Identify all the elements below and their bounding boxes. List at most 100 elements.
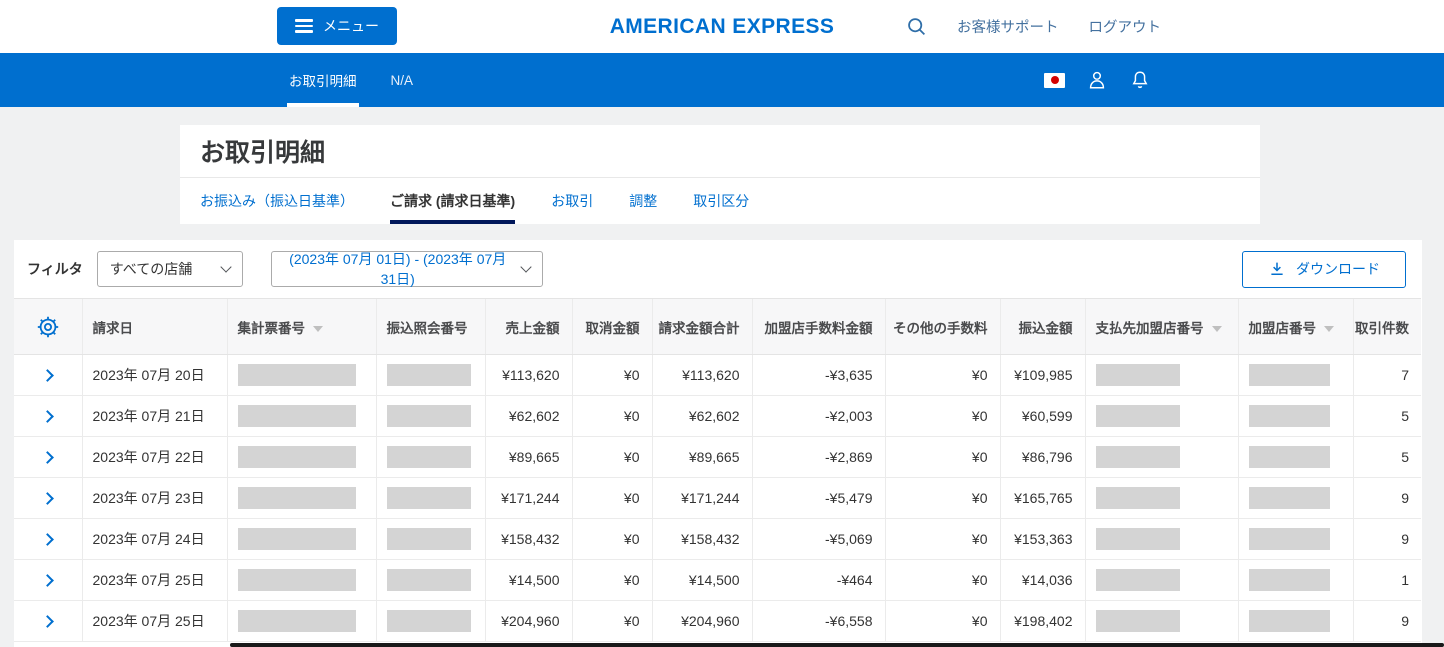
store-filter-dropdown[interactable]: すべての店舗 [97, 251, 243, 287]
cell-other-fees: ¥0 [885, 478, 1000, 519]
cell-billed-total: ¥14,500 [652, 560, 752, 601]
cell-transaction-count: 9 [1353, 478, 1421, 519]
table-row: 2023年 07月 22日 ¥89,665 ¥0 ¥89,665 -¥2,869… [14, 437, 1421, 478]
col-transaction-count: 取引件数 [1353, 299, 1421, 355]
cell-merchant-fee: -¥5,479 [752, 478, 885, 519]
tab-payments-by-deposit-date[interactable]: お振込み（振込日基準） [200, 178, 354, 224]
cell-billed-total: ¥113,620 [652, 355, 752, 396]
redacted-payee-merchant-number [1096, 364, 1180, 386]
col-transfer-reference-number: 振込照会番号 [376, 299, 485, 355]
horizontal-scrollbar-thumb[interactable] [230, 643, 1444, 647]
user-icon [1086, 69, 1108, 91]
col-transfer-amount: 振込金額 [1000, 299, 1085, 355]
cell-transfer-amount: ¥109,985 [1000, 355, 1085, 396]
col-cancel-amount: 取消金額 [572, 299, 652, 355]
redacted-merchant-number [1249, 364, 1330, 386]
cell-other-fees: ¥0 [885, 560, 1000, 601]
cell-billing-date: 2023年 07月 25日 [82, 560, 227, 601]
page-content: お取引明細 お振込み（振込日基準） ご請求 (請求日基準) お取引 調整 取引区… [0, 107, 1444, 647]
redacted-payee-merchant-number [1096, 446, 1180, 468]
cell-billing-date: 2023年 07月 22日 [82, 437, 227, 478]
cell-cancel-amount: ¥0 [572, 519, 652, 560]
notifications-button[interactable] [1129, 69, 1151, 91]
chevron-down-icon [220, 261, 231, 272]
hamburger-icon [295, 19, 313, 33]
redacted-payee-merchant-number [1096, 528, 1180, 550]
cell-transfer-amount: ¥14,036 [1000, 560, 1085, 601]
logout-link[interactable]: ログアウト [1089, 16, 1162, 37]
col-billed-total: 請求金額合計 [652, 299, 752, 355]
store-filter-value: すべての店舗 [110, 259, 192, 279]
cell-other-fees: ¥0 [885, 355, 1000, 396]
filter-label: フィルタ [27, 259, 83, 279]
expand-row-button[interactable] [37, 406, 58, 427]
chevron-down-icon [520, 261, 531, 272]
transactions-card: フィルタ すべての店舗 (2023年 07月 01日) - (2023年 07月… [14, 240, 1422, 647]
chevron-right-icon [41, 492, 54, 505]
tab-transaction-category[interactable]: 取引区分 [693, 178, 749, 224]
filter-bar: フィルタ すべての店舗 (2023年 07月 01日) - (2023年 07月… [14, 240, 1422, 298]
expand-row-button[interactable] [37, 488, 58, 509]
profile-button[interactable] [1086, 69, 1108, 91]
table-row: 2023年 07月 24日 ¥158,432 ¥0 ¥158,432 -¥5,0… [14, 519, 1421, 560]
table-row: 2023年 07月 21日 ¥62,602 ¥0 ¥62,602 -¥2,003… [14, 396, 1421, 437]
redacted-summary-slip-number [238, 569, 356, 591]
cell-sales-amount: ¥171,244 [485, 478, 572, 519]
redacted-payee-merchant-number [1096, 487, 1180, 509]
app-window: メニュー AMERICAN EXPRESS お客様サポート ログアウト お取引明… [0, 0, 1444, 647]
tab-transactions[interactable]: お取引 [551, 178, 593, 224]
cell-other-fees: ¥0 [885, 519, 1000, 560]
col-merchant-number[interactable]: 加盟店番号 [1238, 299, 1353, 355]
sort-triangle-icon [313, 326, 323, 332]
cell-cancel-amount: ¥0 [572, 560, 652, 601]
nav-item-transaction-details[interactable]: お取引明細 [287, 53, 359, 107]
billing-table: 請求日 集計票番号 振込照会番号 売上金額 取消金額 請求金額合計 加盟店手数料… [14, 298, 1421, 642]
cell-merchant-fee: -¥6,558 [752, 601, 885, 642]
download-button[interactable]: ダウンロード [1242, 251, 1406, 288]
nav-item-na[interactable]: N/A [389, 53, 416, 107]
flag-red-circle [1051, 76, 1059, 84]
cell-other-fees: ¥0 [885, 601, 1000, 642]
tab-billing-by-billing-date[interactable]: ご請求 (請求日基準) [390, 178, 515, 224]
expand-row-button[interactable] [37, 447, 58, 468]
cell-billed-total: ¥171,244 [652, 478, 752, 519]
expand-row-button[interactable] [37, 365, 58, 386]
cell-cancel-amount: ¥0 [572, 478, 652, 519]
cell-billed-total: ¥204,960 [652, 601, 752, 642]
japan-flag-language-selector[interactable] [1044, 73, 1065, 88]
col-billing-date: 請求日 [82, 299, 227, 355]
cell-transaction-count: 5 [1353, 437, 1421, 478]
cell-sales-amount: ¥158,432 [485, 519, 572, 560]
sort-triangle-icon [1212, 326, 1222, 332]
download-icon [1268, 260, 1286, 278]
column-settings-button[interactable] [14, 315, 82, 339]
col-summary-slip-number[interactable]: 集計票番号 [227, 299, 376, 355]
redacted-transfer-reference-number [387, 364, 471, 386]
expand-row-button[interactable] [37, 529, 58, 550]
cell-billing-date: 2023年 07月 24日 [82, 519, 227, 560]
search-button[interactable] [906, 16, 927, 37]
navbar-right-group [1044, 53, 1151, 107]
top-header: メニュー AMERICAN EXPRESS お客様サポート ログアウト [0, 0, 1444, 53]
cell-billing-date: 2023年 07月 21日 [82, 396, 227, 437]
redacted-transfer-reference-number [387, 446, 471, 468]
cell-billed-total: ¥89,665 [652, 437, 752, 478]
tab-adjustments[interactable]: 調整 [629, 178, 657, 224]
cell-merchant-fee: -¥5,069 [752, 519, 885, 560]
amex-logo: AMERICAN EXPRESS [610, 15, 835, 39]
date-range-dropdown[interactable]: (2023年 07月 01日) - (2023年 07月 31日) [271, 251, 543, 287]
expand-row-button[interactable] [37, 570, 58, 591]
customer-support-link[interactable]: お客様サポート [957, 16, 1059, 37]
menu-button[interactable]: メニュー [277, 7, 397, 45]
expand-row-button[interactable] [37, 611, 58, 632]
table-row: 2023年 07月 25日 ¥14,500 ¥0 ¥14,500 -¥464 ¥… [14, 560, 1421, 601]
col-payee-merchant-number[interactable]: 支払先加盟店番号 [1085, 299, 1238, 355]
gear-icon [36, 315, 60, 339]
redacted-transfer-reference-number [387, 487, 471, 509]
cell-merchant-fee: -¥2,003 [752, 396, 885, 437]
cell-transaction-count: 9 [1353, 519, 1421, 560]
search-icon [906, 16, 927, 37]
tab-bar: お振込み（振込日基準） ご請求 (請求日基準) お取引 調整 取引区分 [180, 177, 1260, 224]
redacted-merchant-number [1249, 446, 1330, 468]
cell-transaction-count: 1 [1353, 560, 1421, 601]
